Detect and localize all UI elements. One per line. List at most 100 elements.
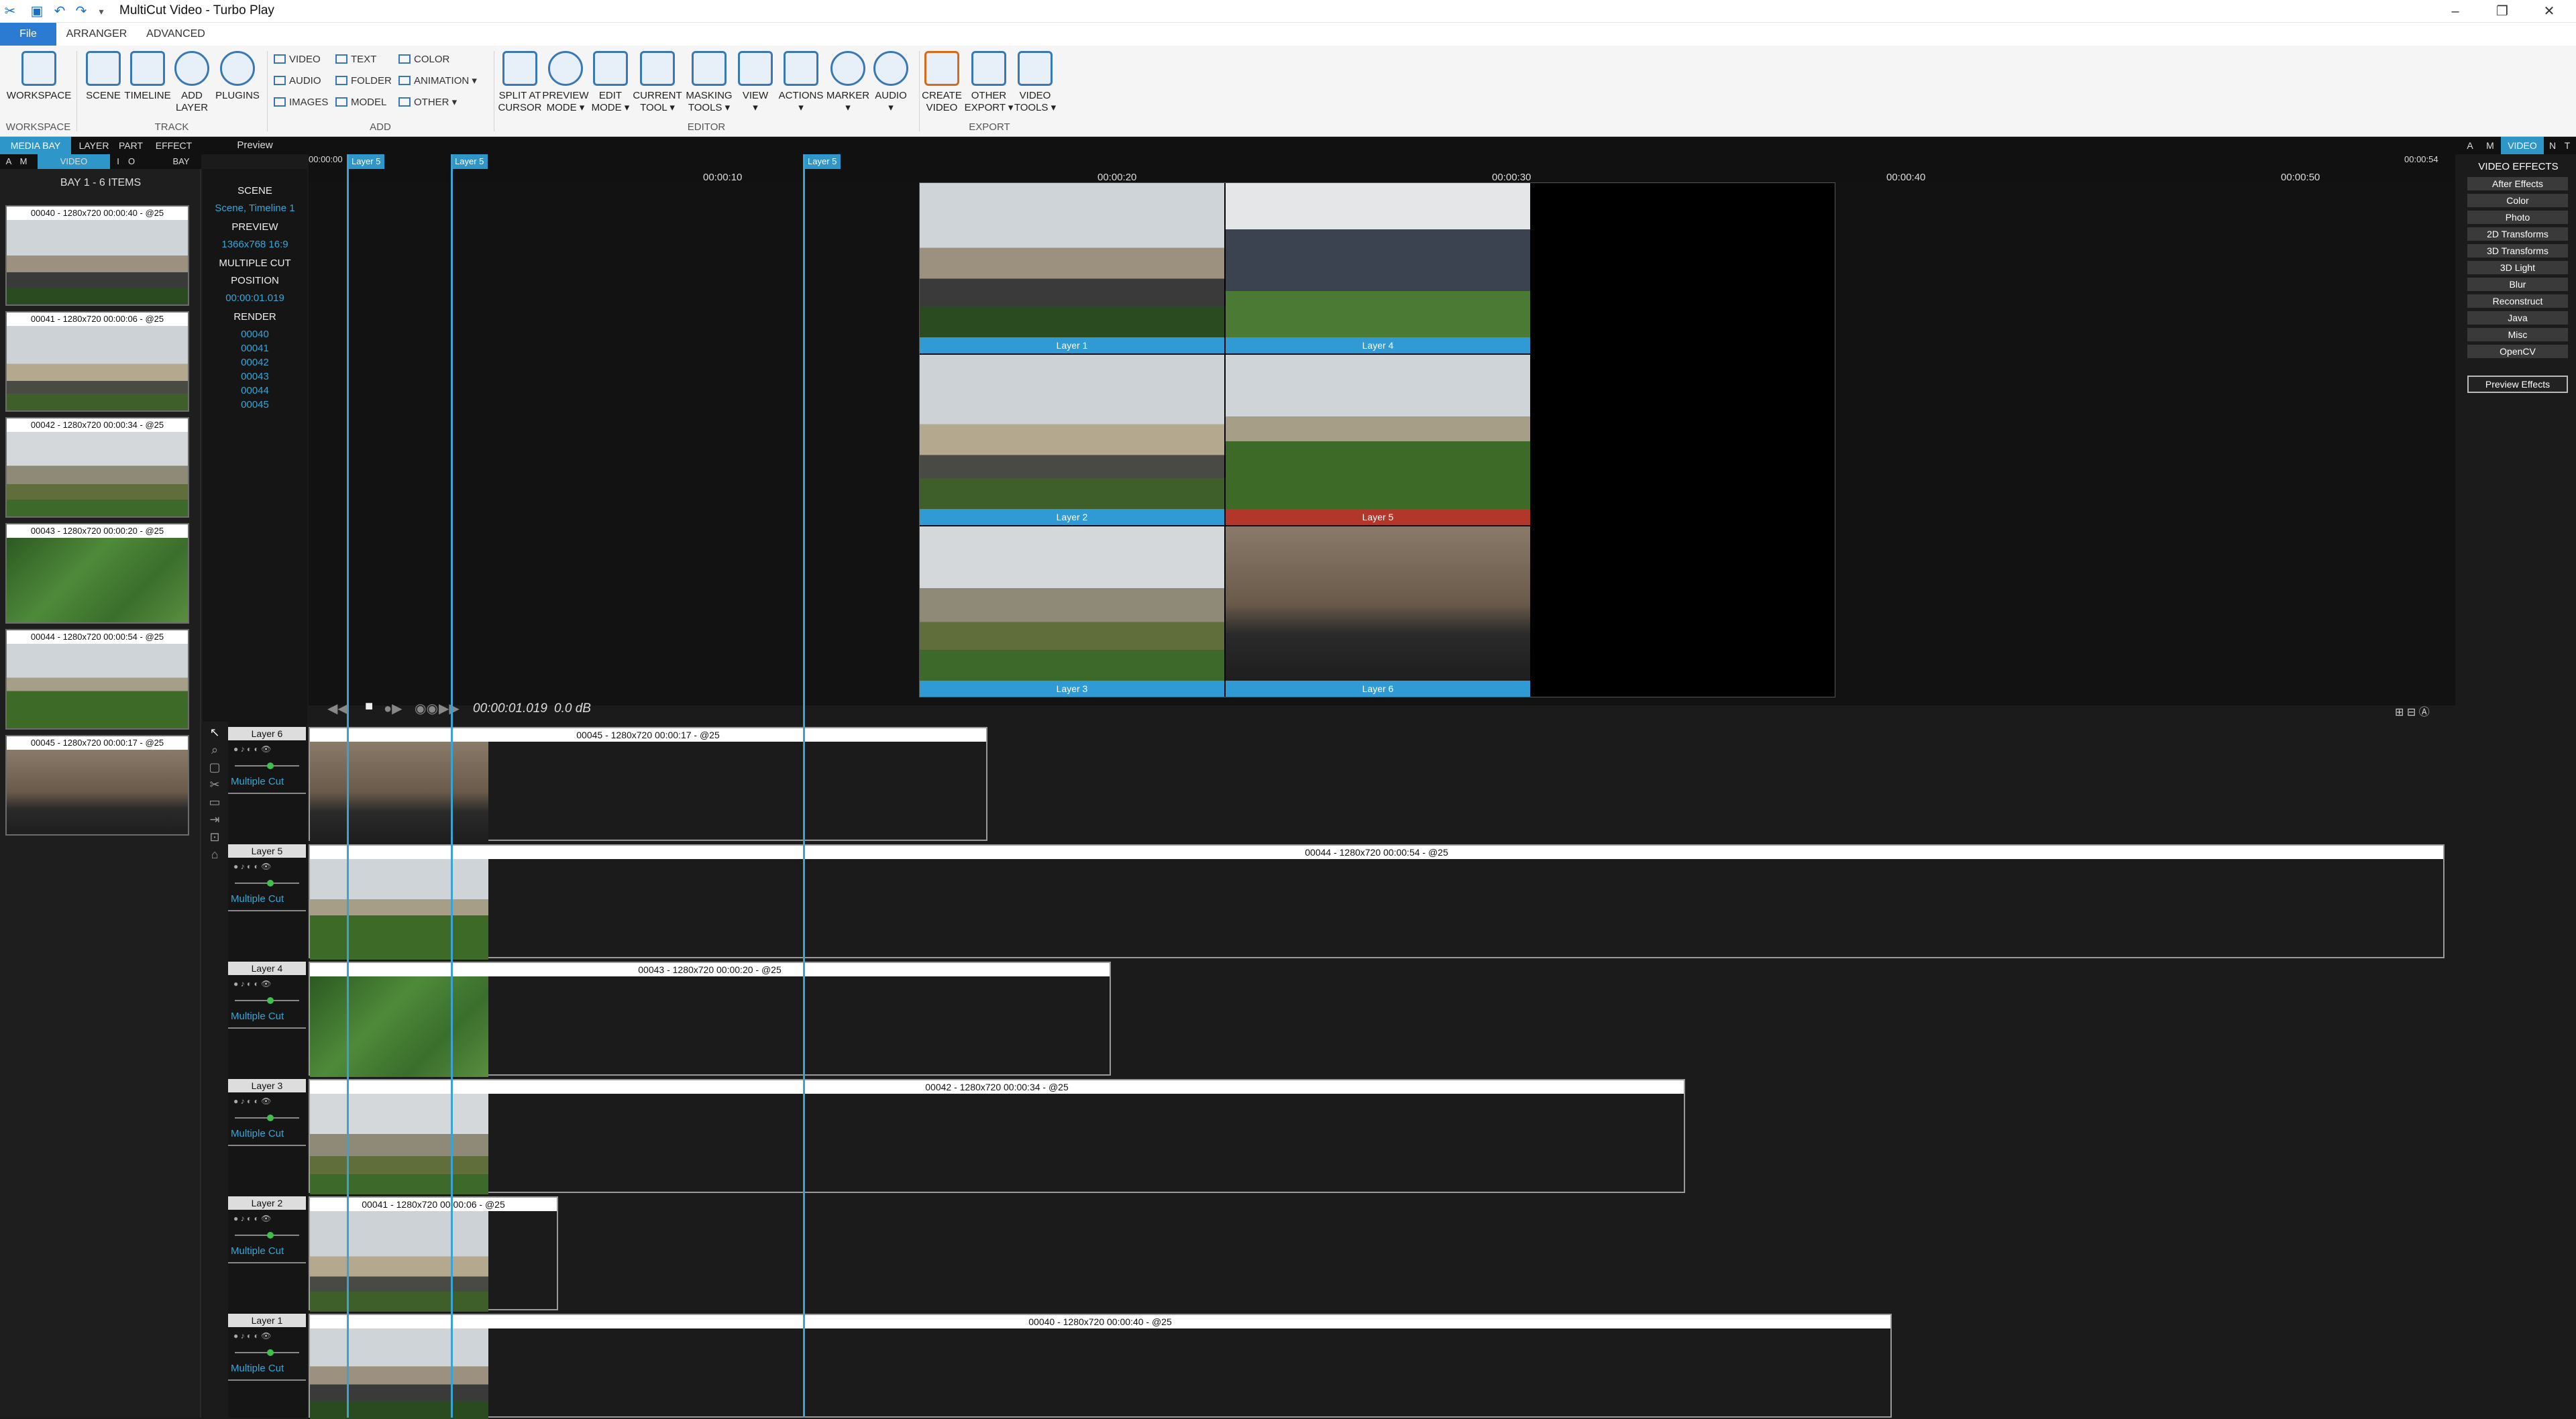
stop-icon[interactable]: ■ (365, 699, 373, 714)
preview-tile[interactable]: Layer 5 (1226, 355, 1530, 525)
render-item[interactable]: 00045 (203, 398, 307, 412)
render-item[interactable]: 00041 (203, 341, 307, 355)
layer-controls[interactable]: ● ♪ ◐ ◐ 👁 (228, 740, 306, 758)
cut-line[interactable] (451, 154, 453, 1418)
layer-mode[interactable]: Multiple Cut (228, 1009, 306, 1025)
current-tool-button[interactable]: CURRENT TOOL ▾ (631, 51, 684, 121)
add-video-button[interactable]: VIDEO (274, 51, 321, 68)
pointer-icon[interactable]: ↖ (207, 724, 223, 740)
layer-header[interactable]: Layer 4 ● ♪ ◐ ◐ 👁 Multiple Cut (228, 962, 306, 1076)
effect-category[interactable]: OpenCV (2467, 345, 2568, 358)
undo-icon[interactable]: ↶ (52, 4, 67, 19)
layer-controls[interactable]: ● ♪ ◐ ◐ 👁 (228, 975, 306, 992)
timeline-clip[interactable]: 00044 - 1280x720 00:00:54 - @25 (309, 844, 2445, 960)
other-export-button[interactable]: OTHER EXPORT ▾ (963, 51, 1014, 121)
effect-category[interactable]: Blur (2467, 278, 2568, 291)
right-tab-m[interactable]: M (2481, 137, 2500, 154)
subtab-o[interactable]: O (126, 154, 137, 169)
media-clip[interactable]: 00045 - 1280x720 00:00:17 - @25 (5, 735, 189, 836)
layer-header[interactable]: Layer 1 ● ♪ ◐ ◐ 👁 Multiple Cut (228, 1314, 306, 1418)
layer-header[interactable]: Layer 5 ● ♪ ◐ ◐ 👁 Multiple Cut (228, 844, 306, 958)
timeline-clip[interactable]: 00043 - 1280x720 00:00:20 - @25 (309, 962, 1111, 1077)
effect-category[interactable]: Misc (2467, 328, 2568, 341)
effect-category[interactable]: Photo (2467, 211, 2568, 224)
layer-volume-slider[interactable] (228, 992, 306, 1009)
media-clip[interactable]: 00040 - 1280x720 00:00:40 - @25 (5, 205, 189, 306)
add-folder-button[interactable]: FOLDER (335, 72, 392, 90)
add-other-button[interactable]: OTHER ▾ (398, 94, 457, 111)
timeline-clip[interactable]: 00040 - 1280x720 00:00:40 - @25 (309, 1314, 1892, 1419)
preview-tile[interactable]: Layer 6 (1226, 526, 1530, 697)
save-icon[interactable]: ▣ (30, 4, 44, 19)
layer-volume-slider[interactable] (228, 1110, 306, 1126)
layer-mode[interactable]: Multiple Cut (228, 1243, 306, 1259)
add-layer-button[interactable]: ADD LAYER (172, 51, 212, 121)
eye-icon[interactable]: 👁 (261, 1096, 271, 1106)
eye-icon[interactable]: 👁 (261, 1331, 271, 1341)
fast-forward-icon[interactable]: ▶▶ (439, 700, 460, 717)
layer-volume-slider[interactable] (228, 758, 306, 774)
layer-header[interactable]: Layer 3 ● ♪ ◐ ◐ 👁 Multiple Cut (228, 1079, 306, 1193)
add-model-button[interactable]: MODEL (335, 94, 386, 111)
cut-marker[interactable]: Layer 5 (347, 154, 385, 169)
auto-zoom-icon[interactable]: Ⓐ (2419, 707, 2430, 718)
preview-effects-button[interactable]: Preview Effects (2467, 376, 2568, 393)
cut-line[interactable] (803, 154, 805, 1418)
media-clip[interactable]: 00042 - 1280x720 00:00:34 - @25 (5, 417, 189, 518)
preview-tile[interactable]: Layer 2 (920, 355, 1224, 525)
subtab-m[interactable]: M (17, 154, 30, 169)
preview-mode-button[interactable]: PREVIEW MODE ▾ (541, 51, 590, 121)
right-tab-n[interactable]: N (2545, 137, 2560, 154)
effect-category[interactable]: 3D Transforms (2467, 244, 2568, 258)
effect-category[interactable]: Reconstruct (2467, 294, 2568, 308)
minimize-button[interactable]: – (2435, 0, 2475, 23)
timeline-clip[interactable]: 00041 - 1280x720 00:00:06 - @25 (309, 1196, 558, 1312)
add-text-button[interactable]: TEXT (335, 51, 376, 68)
right-tab-video[interactable]: VIDEO (2501, 137, 2544, 154)
layer-controls[interactable]: ● ♪ ◐ ◐ 👁 (228, 1210, 306, 1227)
create-video-button[interactable]: CREATE VIDEO (920, 51, 963, 121)
rewind-icon[interactable]: ◀◀ (327, 700, 348, 717)
layer-controls[interactable]: ● ♪ ◐ ◐ 👁 (228, 1092, 306, 1110)
add-color-button[interactable]: COLOR (398, 51, 449, 68)
tab-advanced[interactable]: ADVANCED (144, 23, 208, 46)
marker-button[interactable]: MARKER ▾ (824, 51, 872, 121)
effect-category[interactable]: Color (2467, 194, 2568, 207)
tool-icon-2[interactable]: ⌕ (207, 742, 223, 758)
tab-media-bay[interactable]: MEDIA BAY (0, 137, 71, 154)
workspace-button[interactable]: WORKSPACE (5, 51, 72, 121)
eye-icon[interactable]: 👁 (261, 1214, 271, 1223)
layer-volume-slider[interactable] (228, 1227, 306, 1243)
timeline-clip[interactable]: 00045 - 1280x720 00:00:17 - @25 (309, 727, 987, 842)
tab-layer[interactable]: LAYER (74, 137, 114, 154)
play-icon[interactable]: ●▶ (384, 700, 402, 717)
layer-controls[interactable]: ● ♪ ◐ ◐ 👁 (228, 858, 306, 875)
timeline-ruler[interactable]: 00:00:00 00:00:10 00:00:20 00:00:30 00:0… (309, 154, 2455, 183)
tab-part[interactable]: PART (114, 137, 148, 154)
close-button[interactable]: ✕ (2529, 0, 2569, 23)
effect-category[interactable]: 3D Light (2467, 261, 2568, 274)
plugins-button[interactable]: PLUGINS (212, 51, 263, 121)
tool-icon-8[interactable]: ⌂ (207, 846, 223, 862)
info-scene-value[interactable]: Scene, Timeline 1 (203, 200, 307, 217)
masking-tools-button[interactable]: MASKING TOOLS ▾ (682, 51, 737, 121)
info-position-value[interactable]: 00:00:01.019 (203, 290, 307, 307)
tool-icon-4[interactable]: ✂ (207, 777, 223, 793)
info-preview-value[interactable]: 1366x768 16:9 (203, 236, 307, 253)
layer-volume-slider[interactable] (228, 875, 306, 891)
effect-category[interactable]: Java (2467, 311, 2568, 325)
layer-volume-slider[interactable] (228, 1345, 306, 1361)
timeline-clip[interactable]: 00042 - 1280x720 00:00:34 - @25 (309, 1079, 1685, 1194)
tab-effect[interactable]: EFFECT (150, 137, 197, 154)
eye-icon[interactable]: 👁 (261, 744, 271, 754)
layer-mode[interactable]: Multiple Cut (228, 774, 306, 790)
preview-tile[interactable]: Layer 3 (920, 526, 1224, 697)
restore-button[interactable]: ❐ (2482, 0, 2522, 23)
tool-icon-5[interactable]: ▭ (207, 794, 223, 810)
render-item[interactable]: 00044 (203, 384, 307, 398)
add-animation-button[interactable]: ANIMATION ▾ (398, 72, 477, 90)
subtab-i[interactable]: I (113, 154, 123, 169)
preview-tile[interactable]: Layer 1 (920, 183, 1224, 353)
file-menu[interactable]: File (0, 23, 56, 46)
right-tab-t[interactable]: T (2560, 137, 2575, 154)
